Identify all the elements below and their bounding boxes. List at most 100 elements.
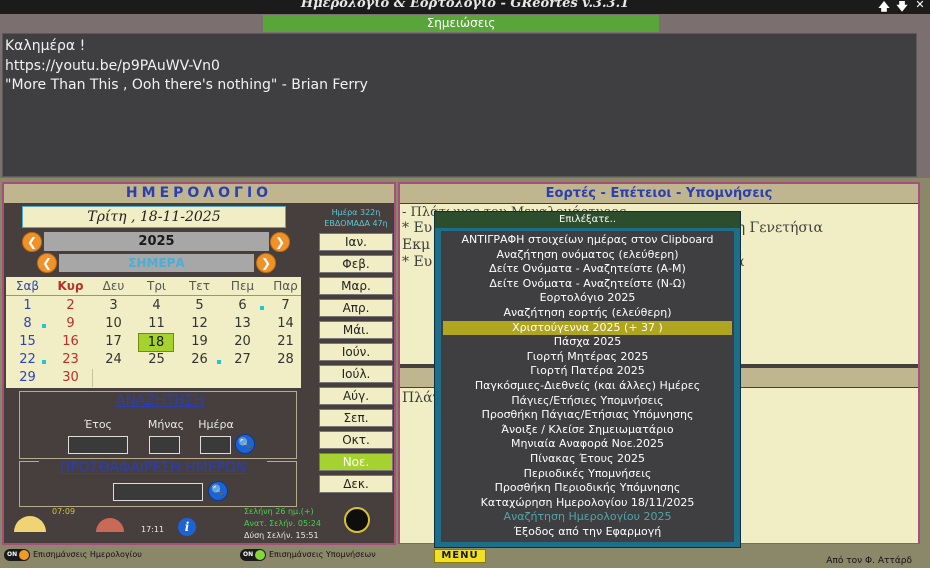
day-cell[interactable]: 30 — [49, 369, 92, 386]
day-cell[interactable]: 25 — [135, 351, 178, 368]
menu-item-exit[interactable]: Έξοδος από την Εφαρμογή — [441, 525, 734, 540]
search-icon[interactable]: 🔍 — [208, 481, 228, 501]
month-button-aug[interactable]: Αύγ. — [319, 387, 393, 405]
celebrations-header: Εορτές - Επέτειοι - Υπομνήσεις — [400, 184, 918, 203]
month-label: Μήνας — [147, 418, 185, 431]
day-cell[interactable]: 11 — [135, 315, 178, 332]
day-cell[interactable]: 19 — [178, 333, 221, 350]
toggle-knob — [19, 550, 29, 560]
month-button-oct[interactable]: Οκτ. — [319, 431, 393, 449]
prev-year-arrow-icon[interactable]: ❮ — [22, 232, 42, 252]
month-button-jan[interactable]: Ιαν. — [319, 233, 393, 251]
menu-item-add-periodic-reminder[interactable]: Προσθήκη Περιοδικής Υπόμνησης — [441, 481, 734, 496]
weekday-header: Δευ — [102, 279, 125, 293]
year-display: 2025 — [44, 232, 269, 251]
menu-title: Επιλέξατε.. — [435, 212, 740, 228]
toggle-on-label: ON — [243, 551, 254, 558]
menu-item-monthly-report[interactable]: Μηνιαία Αναφορά Νοε.2025 — [441, 437, 734, 452]
menu-list: ΑΝΤΙΓΡΑΦΗ στοιχείων ημέρας στον Clipboar… — [441, 231, 734, 542]
search-month-input[interactable] — [149, 436, 180, 454]
menu-item-christmas[interactable]: Χριστούγεννα 2025 (+ 37 ) — [443, 320, 732, 336]
event-mark — [42, 360, 46, 364]
day-cell[interactable]: 14 — [264, 315, 307, 332]
day-cell[interactable]: 15 — [6, 333, 49, 350]
days-offset-input[interactable] — [113, 483, 203, 501]
day-cell[interactable]: 24 — [92, 351, 135, 368]
day-cell[interactable]: 20 — [221, 333, 264, 350]
month-button-dec[interactable]: Δεκ. — [319, 475, 393, 493]
day-cell[interactable]: 3 — [92, 297, 135, 314]
menu-item-add-annual-reminder[interactable]: Προσθήκη Πάγιας/Ετήσιας Υπόμνησης — [441, 408, 734, 423]
menu-item-copy-clipboard[interactable]: ΑΝΤΙΓΡΑΦΗ στοιχείων ημέρας στον Clipboar… — [441, 233, 734, 248]
day-cell[interactable]: 5 — [178, 297, 221, 314]
month-button-mar[interactable]: Μαρ. — [319, 277, 393, 295]
month-button-apr[interactable]: Απρ. — [319, 299, 393, 317]
day-cell[interactable]: 2 — [49, 297, 92, 314]
menu-item-diary-entry[interactable]: Καταχώρηση Ημερολογίου 18/11/2025 — [441, 496, 734, 511]
month-button-sep[interactable]: Σεπ. — [319, 409, 393, 427]
search-day-input[interactable] — [200, 436, 231, 454]
weekday-header: Κυρ — [57, 279, 84, 293]
context-menu: Επιλέξατε.. ΑΝΤΙΓΡΑΦΗ στοιχείων ημέρας σ… — [434, 211, 741, 548]
year-label: Έτος — [83, 418, 112, 431]
day-cell[interactable]: 26 — [178, 351, 221, 368]
month-button-jul[interactable]: Ιούλ. — [319, 365, 393, 383]
menu-item-feast-calendar[interactable]: Εορτολόγιο 2025 — [441, 291, 734, 306]
close-icon[interactable]: ✕ — [912, 0, 928, 11]
moonset-time: Δύση Σελήν. 15:51 — [244, 531, 319, 540]
month-button-nov[interactable]: Νοε. — [319, 453, 393, 471]
menu-item-year-table[interactable]: Πίνακας Έτους 2025 — [441, 452, 734, 467]
reminder-marks-toggle[interactable]: ON — [240, 549, 266, 561]
menu-item-names-n-o[interactable]: Δείτε Ονόματα - Αναζητείστε (Ν-Ω) — [441, 277, 734, 292]
notes-textarea[interactable]: Καλημέρα ! https://youtu.be/p9PAuWV-Vn0 "M… — [2, 33, 917, 177]
day-cell[interactable]: 17 — [92, 333, 135, 350]
calendar-grid: Σαβ Κυρ Δευ Τρι Τετ Πεμ Παρ 1 2 3 4 5 6 … — [6, 277, 301, 388]
menu-item-toggle-notes[interactable]: Άνοιξε / Κλείσε Σημειωματάριο — [441, 423, 734, 438]
menu-item-annual-reminders[interactable]: Πάγιες/Ετήσιες Υπομνήσεις — [441, 394, 734, 409]
moonrise-time: Ανατ. Σελήν. 05:24 — [244, 519, 321, 528]
day-cell[interactable]: 21 — [264, 333, 307, 350]
month-button-feb[interactable]: Φεβ. — [319, 255, 393, 273]
menu-item-easter[interactable]: Πάσχα 2025 — [441, 335, 734, 350]
day-cell[interactable]: 1 — [6, 297, 49, 314]
day-cell[interactable]: 9 — [49, 315, 92, 332]
day-cell[interactable]: 10 — [92, 315, 135, 332]
month-button-may[interactable]: Μάι. — [319, 321, 393, 339]
day-cell[interactable]: 28 — [264, 351, 307, 368]
moon-phase-icon — [344, 507, 370, 533]
author-credit: Από τον Φ. Αττάρδ — [826, 556, 912, 566]
day-cell[interactable]: 29 — [6, 369, 49, 386]
day-cell[interactable]: 13 — [221, 315, 264, 332]
day-cell[interactable]: 12 — [178, 315, 221, 332]
next-year-arrow-icon[interactable]: ❯ — [270, 232, 290, 252]
search-icon[interactable]: 🔍 — [235, 434, 255, 454]
day-cell[interactable]: 4 — [135, 297, 178, 314]
day-cell-today[interactable]: 18 — [138, 333, 174, 352]
menu-item-names-a-m[interactable]: Δείτε Ονόματα - Αναζητείστε (Α-Μ) — [441, 262, 734, 277]
menu-item-feast-search[interactable]: Αναζήτηση εορτής (ελεύθερη) — [441, 306, 734, 321]
search-year-input[interactable] — [68, 436, 128, 454]
today-button[interactable]: ΣΗΜΕΡΑ — [59, 254, 254, 272]
menu-item-periodic-reminders[interactable]: Περιοδικές Υπομνήσεις — [441, 467, 734, 482]
menu-item-fathers-day[interactable]: Γιορτή Πατέρα 2025 — [441, 364, 734, 379]
prev-month-arrow-icon[interactable]: ❮ — [37, 253, 57, 273]
day-label: Ημέρα — [198, 418, 234, 431]
calendar-marks-toggle[interactable]: ON — [4, 549, 30, 561]
calendar-header: ΗΜΕΡΟΛΟΓΙΟ — [4, 184, 394, 203]
day-cell[interactable]: 16 — [49, 333, 92, 350]
menu-item-name-search[interactable]: Αναζήτηση ονόματος (ελεύθερη) — [441, 248, 734, 263]
menu-item-mothers-day[interactable]: Γιορτή Μητέρας 2025 — [441, 350, 734, 365]
day-cell[interactable]: 27 — [221, 351, 264, 368]
notes-line: https://youtu.be/p9PAuWV-Vn0 — [5, 57, 220, 74]
current-date-display: Τρίτη , 18-11-2025 — [22, 206, 286, 228]
menu-item-world-days[interactable]: Παγκόσμιες-Διεθνείς (και άλλες) Ημέρες — [441, 379, 734, 394]
day-cell[interactable]: 23 — [49, 351, 92, 368]
month-button-jun[interactable]: Ιούν. — [319, 343, 393, 361]
day-week-info: Ημέρα 322η ΕΒΔΟΜΑΔΑ 47η — [320, 207, 392, 229]
day-cell[interactable]: 7 — [264, 297, 307, 314]
menu-button[interactable]: MENU — [434, 549, 486, 563]
next-month-arrow-icon[interactable]: ❯ — [256, 253, 276, 273]
info-icon[interactable]: i — [178, 518, 196, 536]
add-subtract-days-title: ΠΡΟΣΘΑΦΑΙΡΕΣΗ ΗΜΕΡΩΝ — [39, 460, 267, 476]
day-cell[interactable]: 6 — [221, 297, 264, 314]
